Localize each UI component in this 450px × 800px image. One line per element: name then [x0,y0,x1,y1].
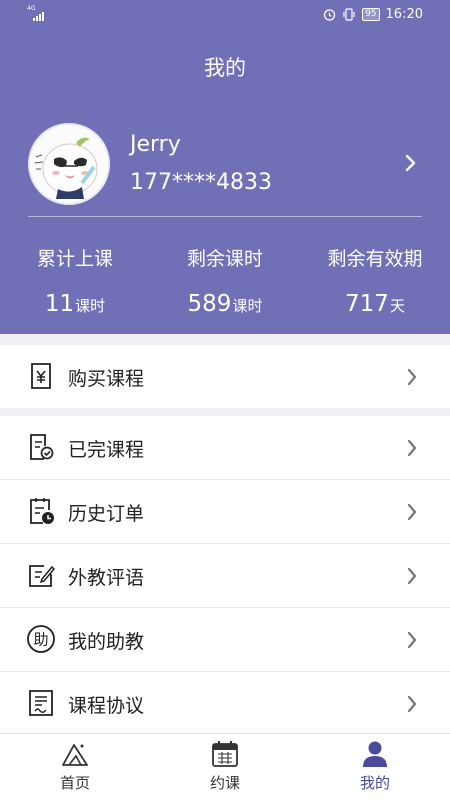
agreement-icon [29,690,53,716]
purchase-yen-icon [31,363,51,389]
menu-item-teacher-comments[interactable]: 外教评语 [0,544,450,607]
battery-indicator: 95 [362,8,380,21]
clock: 16:20 [385,7,423,22]
teacher-comment-icon [29,565,56,587]
stat-label: 剩余有效期 [327,248,423,270]
tab-label: 首页 [59,774,90,792]
vibrate-icon [343,8,355,21]
signal-indicator: 4G [27,5,44,21]
chevron-right-icon[interactable] [402,151,420,175]
alarm-icon [323,9,336,21]
menu-label: 已完课程 [68,439,145,461]
menu-item-completed-courses[interactable]: 已完课程 [0,416,450,479]
stat-value: 717 [345,291,389,317]
chevron-right-icon [407,631,417,649]
user-phone: 177****4833 [130,170,272,195]
profile-card[interactable]: Jerry 177****4833 [28,123,422,207]
header-divider [28,216,422,217]
status-bar: 4G 95 16:20 [0,0,450,32]
stat-unit: 课时 [75,297,106,315]
avatar[interactable] [28,123,110,205]
completed-courses-icon [30,434,54,460]
chevron-right-icon [407,439,417,457]
menu-item-course-agreement[interactable]: 课程协议 [0,672,450,735]
network-type: 4G [27,5,36,12]
menu-item-buy-courses[interactable]: 购买课程 [0,345,450,408]
chevron-right-icon [407,368,417,386]
stat-remaining-validity: 剩余有效期 717天 [300,244,450,317]
tab-label: 我的 [359,774,390,792]
stat-value: 589 [187,291,232,317]
stat-value-line: 717天 [300,291,450,317]
stat-remaining-lessons: 剩余课时 589课时 [150,244,300,317]
page-title: 我的 [204,56,246,80]
stat-unit: 课时 [232,297,263,315]
signal-bars-icon [33,12,44,21]
stat-unit: 天 [389,297,405,315]
svg-text:助: 助 [33,631,48,649]
menu-label: 外教评语 [68,567,145,589]
tab-mine[interactable]: 我的 [300,734,450,800]
bottom-tab-bar: 首页 约课 我的 [0,733,450,800]
menu-label: 课程协议 [68,695,145,717]
cartoon-avatar-icon [30,125,108,203]
home-mountain-icon [62,744,88,766]
menu-label: 购买课程 [68,368,145,390]
stat-label: 累计上课 [36,248,113,270]
tab-booking[interactable]: 约课 [150,734,300,800]
stat-value-line: 11课时 [0,291,150,317]
chevron-right-icon [407,567,417,585]
tab-label: 约课 [209,774,240,792]
stat-total-lessons: 累计上课 11课时 [0,244,150,317]
stats-row: 累计上课 11课时 剩余课时 589课时 剩余有效期 717天 [0,244,450,334]
menu-label: 历史订单 [68,503,145,525]
menu-item-my-assistant[interactable]: 助 我的助教 [0,608,450,671]
menu-item-order-history[interactable]: 历史订单 [0,480,450,543]
stat-value: 11 [44,291,75,317]
menu-label: 我的助教 [68,631,145,653]
user-name: Jerry [130,132,181,157]
assistant-icon: 助 [27,625,55,653]
stat-label: 剩余课时 [186,248,263,270]
chevron-right-icon [407,503,417,521]
order-history-icon [30,498,54,524]
stat-value-line: 589课时 [150,291,300,317]
chevron-right-icon [407,695,417,713]
status-right: 95 16:20 [323,7,423,22]
profile-header: 4G 95 16:20 我的 Jerry 177****4833 累计上课 11… [0,0,450,334]
user-icon [363,741,387,767]
tab-home[interactable]: 首页 [0,734,150,800]
calendar-icon [212,741,238,767]
